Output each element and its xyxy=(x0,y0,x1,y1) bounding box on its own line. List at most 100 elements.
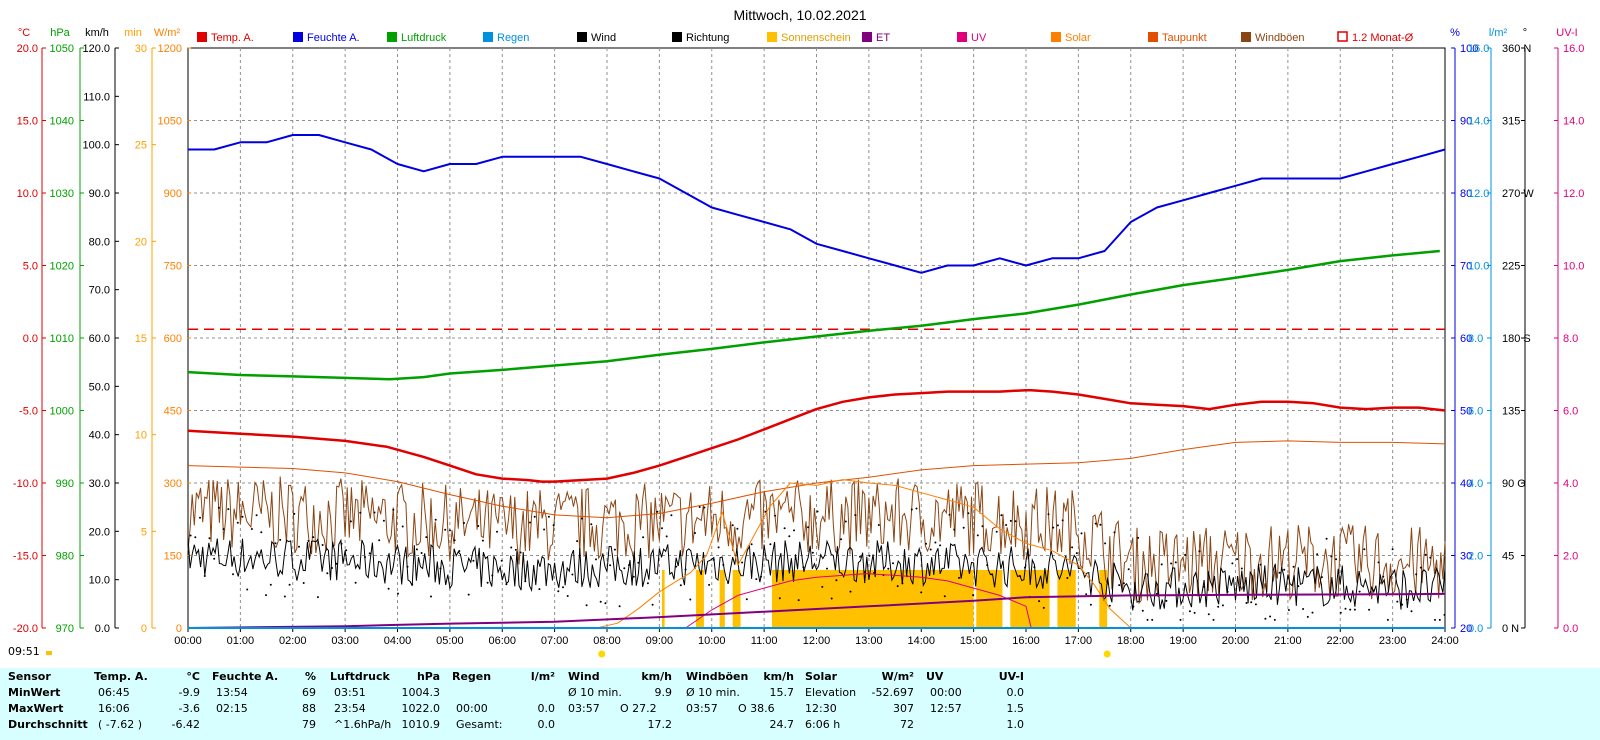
x-tick-label-6: 06:00 xyxy=(488,635,516,647)
x-tick-label-24: 24:00 xyxy=(1431,635,1459,647)
stats-rain-val-1: 0.0 xyxy=(537,702,556,715)
axis-tick-label-solar-5: 450 xyxy=(164,406,182,418)
direction-point-190 xyxy=(1085,593,1088,596)
axis-tick-label-solar-1: 1050 xyxy=(158,116,182,128)
stats-rain-val-2: 0.0 xyxy=(537,718,556,731)
direction-point-259 xyxy=(1410,610,1413,613)
axis-unit-sunshine: min xyxy=(124,27,142,39)
direction-point-134 xyxy=(821,585,824,588)
direction-point-263 xyxy=(1429,556,1432,559)
direction-point-172 xyxy=(1000,514,1003,517)
direction-point-105 xyxy=(684,568,687,571)
direction-point-20 xyxy=(283,595,286,598)
direction-point-37 xyxy=(364,556,366,559)
stats-wind-val-0: 9.9 xyxy=(654,686,673,699)
stats-unit-pressure: hPa xyxy=(416,670,440,683)
direction-point-149 xyxy=(892,562,894,565)
stats-solar-time-2: 6:06 h xyxy=(805,718,841,731)
direction-point-207 xyxy=(1165,599,1168,602)
direction-point-245 xyxy=(1344,607,1347,610)
stats-unit-solar: W/m² xyxy=(881,670,914,683)
direction-point-208 xyxy=(1170,562,1173,565)
legend-swatch-avg xyxy=(1337,31,1348,42)
axis-tick-label-sunshine-2: 20 xyxy=(135,236,147,248)
direction-point-213 xyxy=(1193,611,1196,614)
axis-tick-label-wind-6: 60.0 xyxy=(89,333,110,345)
stats-humidity-time-0: 13:54 xyxy=(216,686,248,699)
direction-point-29 xyxy=(326,572,329,575)
axis-unit-uv: UV-I xyxy=(1556,27,1577,39)
direction-point-59 xyxy=(467,593,470,596)
axis-tick-label-solar-3: 750 xyxy=(164,261,182,273)
direction-point-94 xyxy=(632,575,635,578)
direction-point-228 xyxy=(1264,617,1267,620)
direction-point-173 xyxy=(1005,524,1008,526)
direction-point-212 xyxy=(1188,610,1191,613)
direction-point-220 xyxy=(1226,590,1229,593)
direction-point-6 xyxy=(217,506,220,509)
direction-point-222 xyxy=(1236,558,1239,561)
direction-point-137 xyxy=(835,579,838,582)
x-tick-label-4: 04:00 xyxy=(384,635,412,647)
axis-unit-rain: l/m² xyxy=(1489,27,1508,39)
direction-point-0 xyxy=(189,534,192,537)
legend-label-12: 1.2 Monat-Ø xyxy=(1352,32,1414,44)
stats-temp-time-2: ( -7.62 ) xyxy=(98,718,143,731)
stats-pressure-val-2: 1010.9 xyxy=(401,718,441,731)
legend-label-1: Feuchte A. xyxy=(307,32,360,44)
axis-tick-label-wind-3: 90.0 xyxy=(89,188,110,200)
direction-point-1 xyxy=(194,536,197,539)
axis-tick-label-rain-0: 16.0 xyxy=(1468,43,1489,55)
stats-pressure-val-0: 1004.3 xyxy=(401,686,441,699)
direction-point-199 xyxy=(1127,568,1130,571)
direction-point-27 xyxy=(316,596,319,599)
axis-unit-pressure: hPa xyxy=(50,27,70,39)
stats-temp-time-0: 06:45 xyxy=(98,686,130,699)
axis-unit-wind: km/h xyxy=(85,27,109,39)
direction-point-47 xyxy=(411,583,414,586)
axis-tick-label-uv-8: 0.0 xyxy=(1563,623,1578,635)
axis-tick-label-wind-0: 120.0 xyxy=(82,43,110,55)
direction-point-23 xyxy=(298,545,300,548)
axis-tick-label-temp-4: 0.0 xyxy=(23,333,38,345)
direction-point-106 xyxy=(689,598,692,601)
direction-point-38 xyxy=(368,552,371,555)
direction-point-155 xyxy=(920,591,923,594)
legend-label-2: Luftdruck xyxy=(401,32,447,44)
direction-point-34 xyxy=(349,520,352,523)
direction-point-126 xyxy=(783,527,786,530)
axis-tick-label-solar-2: 900 xyxy=(164,188,182,200)
stats-row-label-0: MinWert xyxy=(8,686,61,699)
x-tick-label-7: 07:00 xyxy=(541,635,569,647)
direction-point-196 xyxy=(1113,531,1116,534)
direction-point-103 xyxy=(675,565,678,568)
statistics-table: Sensor MinWert MaxWert Durchschnitt Temp. A.… xyxy=(0,668,1600,740)
direction-point-221 xyxy=(1231,562,1234,565)
direction-point-21 xyxy=(288,583,291,586)
direction-point-68 xyxy=(510,546,513,549)
direction-point-10 xyxy=(236,521,239,524)
direction-point-83 xyxy=(580,517,583,520)
direction-point-117 xyxy=(741,561,744,564)
direction-point-224 xyxy=(1245,602,1248,604)
direction-point-217 xyxy=(1212,618,1215,621)
axis-tick-label-wind-4: 80.0 xyxy=(89,236,110,248)
direction-point-15 xyxy=(260,531,263,534)
direction-point-101 xyxy=(665,535,668,538)
stats-header-humidity: Feuchte A. xyxy=(212,670,279,683)
direction-point-119 xyxy=(750,543,753,546)
direction-point-121 xyxy=(760,575,762,578)
direction-point-260 xyxy=(1415,573,1418,576)
direction-point-123 xyxy=(769,543,772,546)
axis-tick-label-pressure-8: 970 xyxy=(56,623,74,635)
axis-tick-label-rain-6: 4.0 xyxy=(1468,478,1483,490)
axis-tick-label-rain-5: 6.0 xyxy=(1468,406,1483,418)
direction-point-115 xyxy=(731,524,734,527)
axis-tick-label-rain-4: 8.0 xyxy=(1468,333,1483,345)
stats-header-rain: Regen xyxy=(452,670,492,683)
stats-header-pressure: Luftdruck xyxy=(330,670,390,683)
direction-point-107 xyxy=(694,532,696,534)
direction-point-235 xyxy=(1297,585,1300,588)
stats-rain-time-1: 00:00 xyxy=(456,702,488,715)
corner-time-text: 09:51 xyxy=(8,645,40,658)
